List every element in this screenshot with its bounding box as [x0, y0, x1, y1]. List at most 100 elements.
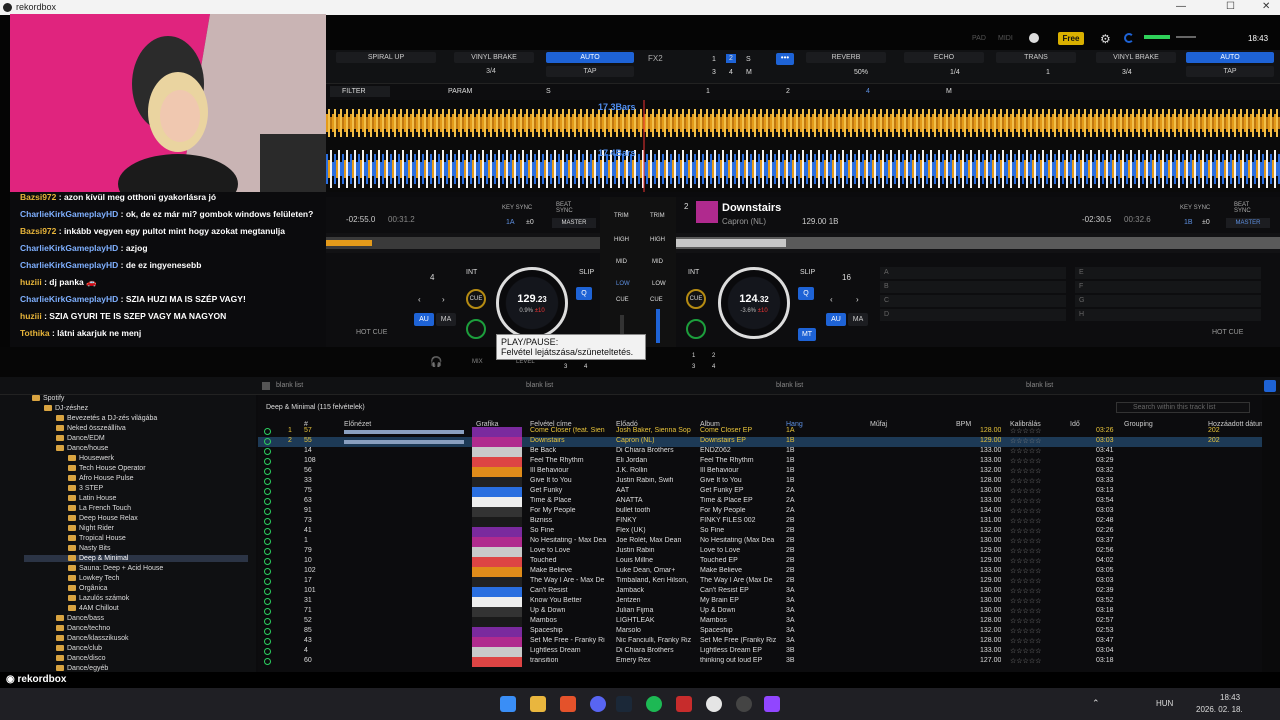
playlist-tree-item[interactable]: Lazulós számok [24, 595, 248, 602]
track-row[interactable]: 10 Touched Louis Millne Touched EP 2B 129.00 0… [258, 557, 1268, 567]
track-status-icon[interactable] [264, 648, 271, 655]
playlist-tree-item[interactable]: Dance/club [24, 645, 248, 652]
deck2-master-button[interactable]: MASTER [1226, 218, 1270, 228]
track-preview-waveform[interactable] [344, 550, 464, 554]
taskbar-time[interactable]: 18:43 [1220, 693, 1240, 702]
track-rating-stars[interactable]: ☆☆☆☆☆ [1010, 637, 1041, 645]
playlist-tree-item[interactable]: Dance/techno [24, 625, 248, 632]
deck2-key-offset[interactable]: ±0 [1202, 219, 1210, 226]
track-preview-waveform[interactable] [344, 490, 464, 494]
fx2-deck-s[interactable]: S [746, 56, 751, 63]
deck1-master-button[interactable]: MASTER [552, 218, 596, 228]
deck2-slip-button[interactable]: SLIP [800, 269, 815, 276]
track-preview-waveform[interactable] [344, 480, 464, 484]
deck1-prev-icon[interactable]: ‹ [418, 295, 421, 304]
track-row[interactable]: 2 55 Downstairs Capron (NL) Downstairs EP 1B 1… [258, 437, 1268, 447]
deck2-key-sync[interactable]: KEY SYNC [1180, 205, 1210, 211]
master-volume-slider[interactable] [1176, 36, 1196, 38]
track-preview-waveform[interactable] [344, 450, 464, 454]
track-rating-stars[interactable]: ☆☆☆☆☆ [1010, 557, 1041, 565]
playlist-tree-item[interactable]: Latin House [24, 495, 248, 502]
track-preview-waveform[interactable] [344, 660, 464, 664]
track-preview-waveform[interactable] [344, 460, 464, 464]
deck1-beat-sync[interactable]: BEAT SYNC [556, 202, 576, 214]
track-rating-stars[interactable]: ☆☆☆☆☆ [1010, 497, 1041, 505]
playlist-tree-item[interactable]: DJ-zéshez [24, 405, 248, 412]
track-status-icon[interactable] [264, 448, 271, 455]
deck1-overview-waveform[interactable] [326, 233, 600, 253]
playlist-tree-item[interactable]: Sauna: Deep + Acid House [24, 565, 248, 572]
blank-list-tab-4[interactable]: blank list [1026, 382, 1053, 389]
track-rating-stars[interactable]: ☆☆☆☆☆ [1010, 627, 1041, 635]
fx2-deck-2[interactable]: 2 [726, 54, 736, 63]
playlist-tree-item[interactable]: 3 STEP [24, 485, 248, 492]
track-row[interactable]: 101 Can't Resist Jamback Can't Resist EP 3A 1… [258, 587, 1268, 597]
playlist-tree-item[interactable]: La French Touch [24, 505, 248, 512]
xfader-assign-3b[interactable]: 3 [692, 364, 695, 370]
track-rating-stars[interactable]: ☆☆☆☆☆ [1010, 487, 1041, 495]
track-row[interactable]: 41 So Fine Flex (UK) So Fine 2B 132.00 02:26 ☆☆… [258, 527, 1268, 537]
track-preview-waveform[interactable] [344, 600, 464, 604]
playlist-tree-item[interactable]: Dance/bass [24, 615, 248, 622]
subfx-2[interactable]: 2 [786, 88, 790, 95]
track-status-icon[interactable] [264, 658, 271, 665]
fx2-deck-1[interactable]: 1 [712, 56, 716, 63]
blank-list-tab-3[interactable]: blank list [776, 382, 803, 389]
track-status-icon[interactable] [264, 488, 271, 495]
track-rating-stars[interactable]: ☆☆☆☆☆ [1010, 447, 1041, 455]
playlist-tree-item[interactable]: Spotify [24, 395, 248, 402]
playlist-tree-item[interactable]: Deep House Relax [24, 515, 248, 522]
filter-button[interactable]: FILTER [330, 86, 390, 97]
enlarged-waveforms[interactable]: 17.3Bars 17.4Bars [326, 100, 1280, 192]
subfx-1[interactable]: 1 [706, 88, 710, 95]
track-preview-waveform[interactable] [344, 650, 464, 654]
deck2-play-button[interactable] [686, 319, 706, 339]
track-rating-stars[interactable]: ☆☆☆☆☆ [1010, 507, 1041, 515]
track-row[interactable]: 52 Mambos LIGHTLEAK Mambos 3A 128.00 02:57 ☆☆☆☆… [258, 617, 1268, 627]
steam-icon[interactable] [616, 696, 632, 712]
track-row[interactable]: 91 For My People bullet tooth For My People… [258, 507, 1268, 517]
fx1-auto-button[interactable]: AUTO [546, 52, 634, 63]
track-status-icon[interactable] [264, 608, 271, 615]
track-status-icon[interactable] [264, 588, 271, 595]
playlist-tree-item[interactable]: Dance/klasszikusok [24, 635, 248, 642]
hot-cue-pad-c[interactable]: C [880, 295, 1066, 307]
deck2-waveform[interactable]: 17.4Bars [326, 146, 1280, 192]
playlist-tree-item[interactable]: Dance/egyéb [24, 665, 248, 672]
track-row[interactable]: 1 57 Come Closer (feat. Sien Josh Baker, Si… [258, 427, 1268, 437]
deck2-mt-button[interactable]: MT [798, 328, 816, 341]
track-row[interactable]: 71 Up & Down Julian Fijma Up & Down 3A 130.00… [258, 607, 1268, 617]
tray-chevron-icon[interactable]: ⌃ [1092, 698, 1100, 709]
fx2-trans-select[interactable]: TRANS [996, 52, 1076, 63]
track-row[interactable]: 79 Love to Love Justin Rabin Love to Love 2B… [258, 547, 1268, 557]
track-rating-stars[interactable]: ☆☆☆☆☆ [1010, 517, 1041, 525]
deck1-jog-wheel[interactable]: 129.23 0.9% ±10 [496, 267, 568, 339]
track-preview-waveform[interactable] [344, 530, 464, 534]
track-preview-waveform[interactable] [344, 510, 464, 514]
playlist-tree-item[interactable]: Nasty Bits [24, 545, 248, 552]
subfx-4[interactable]: 4 [866, 88, 870, 95]
deck1-key-offset[interactable]: ±0 [526, 219, 534, 226]
fx1-effect2-select[interactable]: VINYL BRAKE [454, 52, 534, 63]
playlist-tree-item[interactable]: Bevezetés a DJ-zés világába [24, 415, 248, 422]
track-row[interactable]: 17 The Way I Are - Max De Timbaland, Keri … [258, 577, 1268, 587]
maximize-button[interactable]: ☐ [1226, 1, 1235, 12]
track-status-icon[interactable] [264, 528, 271, 535]
deck2-au-button[interactable]: AU [826, 313, 846, 326]
track-preview-waveform[interactable] [344, 630, 464, 634]
track-rating-stars[interactable]: ☆☆☆☆☆ [1010, 437, 1041, 445]
playlist-tree-item[interactable]: Dance/house [24, 445, 248, 452]
ch2-cue-button[interactable]: CUE [650, 297, 663, 303]
track-rating-stars[interactable]: ☆☆☆☆☆ [1010, 477, 1041, 485]
deck2-ma-button[interactable]: MA [848, 313, 868, 326]
obs-icon[interactable] [736, 696, 752, 712]
blank-list-tab-1[interactable]: blank list [276, 382, 303, 389]
settings-gear-icon[interactable]: ⚙ [1100, 32, 1111, 46]
track-row[interactable]: 31 Know You Better Jentzen My Brain EP 3A 130… [258, 597, 1268, 607]
deck2-overview-waveform[interactable] [676, 233, 1280, 253]
track-preview-waveform[interactable] [344, 620, 464, 624]
brave-browser-icon[interactable] [560, 696, 576, 712]
track-preview-waveform[interactable] [344, 440, 464, 444]
hot-cue-pad-b[interactable]: B [880, 281, 1066, 293]
deck1-play-button[interactable] [466, 319, 486, 339]
